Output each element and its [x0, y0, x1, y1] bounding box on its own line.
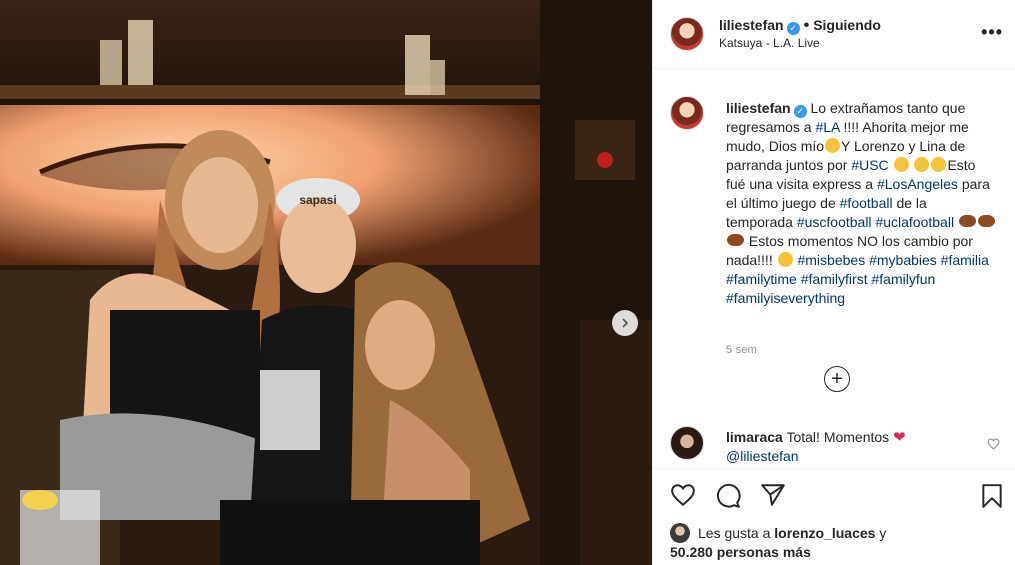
separator-dot: • [803, 16, 810, 34]
post-side-panel: liliestefan ✓ • Siguiendo Katsuya - L.A. Li… [652, 0, 1015, 565]
hashtag-losangeles[interactable]: #LosAngeles [877, 176, 958, 192]
emoji-football-icon [958, 215, 976, 227]
author-avatar[interactable] [670, 17, 704, 51]
author-info: liliestefan ✓ • Siguiendo Katsuya - L.A. Li… [719, 17, 881, 52]
action-bar [653, 468, 1015, 529]
liker-username[interactable]: lorenzo_luaces [774, 525, 875, 541]
comment-text: limaraca Total! Momentos ❤ @liliestefan [726, 428, 956, 466]
emoji-hearts-icon [914, 157, 930, 172]
emoji-hearts-icon [777, 252, 793, 267]
post-photo[interactable]: sapasi [0, 0, 652, 565]
hashtag-mybabies[interactable]: #mybabies [869, 252, 937, 268]
next-photo-button[interactable] [612, 310, 638, 336]
post-header: liliestefan ✓ • Siguiendo Katsuya - L.A. Li… [653, 0, 1015, 69]
paper-plane-icon[interactable] [760, 483, 786, 507]
emoji-tongue-icon [825, 138, 841, 153]
hashtag-familytime[interactable]: #familytime [726, 271, 797, 287]
hashtag-football[interactable]: #football [840, 195, 893, 211]
photo-illustration: sapasi [0, 0, 652, 565]
bookmark-icon[interactable] [981, 483, 1003, 509]
hashtag-familia[interactable]: #familia [941, 252, 989, 268]
author-username[interactable]: liliestefan [719, 17, 784, 33]
verified-badge-icon: ✓ [793, 105, 807, 118]
instagram-post-view: sapasi liliestefan ✓ • Siguiendo Katsuya - … [0, 0, 1015, 565]
hashtag-usc[interactable]: #USC [851, 157, 888, 173]
commenter-avatar[interactable] [670, 426, 704, 460]
follow-status-button[interactable]: Siguiendo [813, 17, 881, 33]
caption-text: liliestefan ✓ Lo extrañamos tanto que reg… [726, 99, 996, 308]
hashtag-familyfun[interactable]: #familyfun [871, 271, 935, 287]
more-options-icon[interactable]: ••• [981, 22, 1003, 43]
comment-icon[interactable] [715, 483, 741, 509]
emoji-football-icon [727, 234, 744, 246]
post-time-ago[interactable]: 5 sem [726, 344, 757, 356]
emoji-football-icon [977, 215, 995, 227]
hashtag-familyfirst[interactable]: #familyfirst [801, 271, 868, 287]
emoji-grin-icon [893, 157, 909, 172]
hashtag-familyiseverything[interactable]: #familyiseverything [726, 290, 845, 306]
chevron-right-icon [622, 318, 629, 328]
likes-conj: y [879, 525, 887, 541]
verified-badge-icon: ✓ [786, 21, 800, 35]
likes-prefix: Les gusta a [698, 525, 771, 541]
heart-icon[interactable] [670, 483, 696, 507]
hashtag-misbebes[interactable]: #misbebes [797, 252, 865, 268]
hashtag-la[interactable]: #LA [815, 119, 839, 135]
hashtag-uscfootball[interactable]: #uscfootball [797, 214, 872, 230]
cap-print: sapasi [299, 193, 336, 207]
comment-body: Total! Momentos [786, 429, 890, 445]
likes-count[interactable]: 50.280 personas más [670, 544, 811, 560]
red-heart-emoji-icon: ❤ [893, 429, 906, 446]
emoji-tongue-icon [931, 157, 947, 172]
liker-avatar[interactable] [670, 523, 690, 543]
comment-mention[interactable]: @liliestefan [726, 448, 799, 464]
commenter-username[interactable]: limaraca [726, 429, 783, 445]
post-location[interactable]: Katsuya - L.A. Live [719, 35, 881, 52]
likes-summary: Les gusta a lorenzo_luaces y 50.280 pers… [670, 523, 1000, 562]
caption-username[interactable]: liliestefan [726, 100, 791, 116]
hashtag-uclafootball[interactable]: #uclafootball [875, 214, 954, 230]
heart-icon[interactable] [987, 438, 1000, 450]
plus-circle-icon[interactable]: + [824, 366, 850, 392]
caption-author-avatar[interactable] [670, 96, 704, 130]
